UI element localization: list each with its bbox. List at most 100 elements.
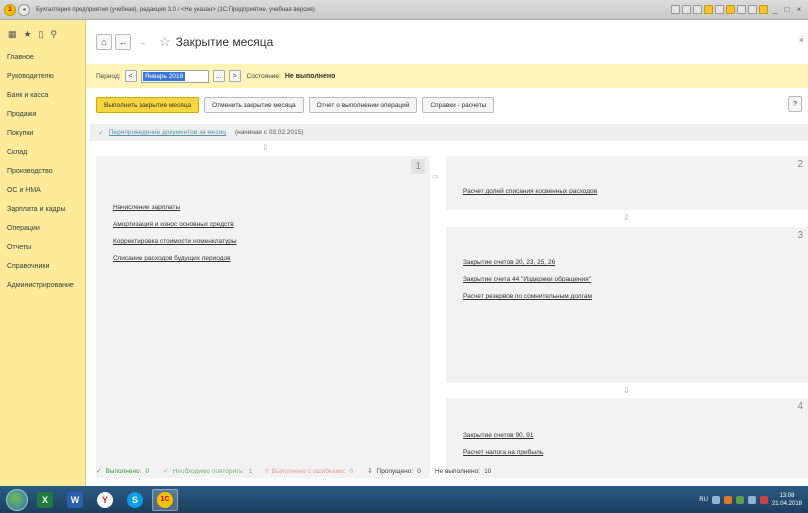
sidebar-item-production[interactable]: Производство xyxy=(0,162,85,181)
step-2-list: Расчет долей списания косвенных расходов xyxy=(463,183,597,200)
window-menu-icon[interactable]: ◂ xyxy=(18,3,30,16)
info-icon[interactable] xyxy=(759,5,768,14)
clock-date: 21.04.2018 xyxy=(771,500,802,507)
op-indirect-costs-link[interactable]: Расчет долей списания косвенных расходов xyxy=(463,183,597,200)
period-prev-button[interactable]: < xyxy=(124,70,137,82)
sidebar-item-manager[interactable]: Руководителю xyxy=(0,67,85,86)
errors-label: Выполнено с ошибками: xyxy=(271,467,346,475)
op-income-tax-link[interactable]: Расчет налога на прибыль xyxy=(463,444,543,461)
panel-step-3: 3 Закрытие счетов 20, 23, 25, 26 Закрыти… xyxy=(446,227,808,383)
state-label: Состояние: xyxy=(246,72,281,80)
op-close-accounts-90-link[interactable]: Закрытие счетов 90, 91 xyxy=(463,427,543,444)
window-titlebar: 1 ◂ Бухгалтерия предприятия (учебная), р… xyxy=(0,0,808,20)
maximize-button[interactable]: □ xyxy=(782,5,792,14)
grid-menu-icon[interactable]: ▦ xyxy=(8,29,17,48)
close-month-button[interactable]: Выполнить закрытие месяца xyxy=(96,97,200,113)
sidebar-item-directories[interactable]: Справочники xyxy=(0,257,85,276)
language-indicator[interactable]: RU xyxy=(699,497,708,503)
repost-link[interactable]: Перепроведение документов за месяц xyxy=(109,129,226,136)
step-3-list: Закрытие счетов 20, 23, 25, 26 Закрытие … xyxy=(463,254,592,305)
repeat-label: Необходимо повторить: xyxy=(172,467,245,475)
toolbar-icon[interactable] xyxy=(715,5,724,14)
skip-arrow-icon: ⇩ xyxy=(367,468,373,475)
home-button[interactable]: ⌂ xyxy=(96,34,112,50)
arrow-down-icon: ⇩ xyxy=(262,143,269,152)
tray-icon[interactable] xyxy=(735,495,744,504)
period-field[interactable]: Январь 2018 xyxy=(140,69,209,83)
repost-since: (начиная с 03.02.2015) xyxy=(234,129,304,136)
taskbar-app-excel[interactable]: X xyxy=(32,489,58,511)
history-icon[interactable]: ▯ xyxy=(39,29,44,48)
sidebar-item-reports[interactable]: Отчеты xyxy=(0,238,85,257)
check-icon: ✓ xyxy=(163,468,169,475)
sidebar-item-purchases[interactable]: Покупки xyxy=(0,124,85,143)
tray-icon[interactable] xyxy=(723,495,732,504)
op-close-account-44-link[interactable]: Закрытие счета 44 "Издержки обращения" xyxy=(463,271,592,288)
taskbar-app-skype[interactable]: S xyxy=(122,489,148,511)
done-count: 0 xyxy=(145,467,150,475)
toolbar-icon[interactable] xyxy=(682,5,691,14)
op-depreciation-link[interactable]: Амортизация и износ основных средств xyxy=(113,216,237,233)
search-icon[interactable]: ⚲ xyxy=(51,29,58,48)
sidebar-item-operations[interactable]: Операции xyxy=(0,219,85,238)
sidebar-item-administration[interactable]: Администрирование xyxy=(0,276,85,295)
op-payroll-link[interactable]: Начисление зарплаты xyxy=(113,199,237,216)
favorites-star-icon[interactable]: ★ xyxy=(24,29,32,48)
help-button[interactable]: ? xyxy=(788,96,802,112)
taskbar-app-yandex[interactable]: Y xyxy=(92,489,118,511)
calc-help-button[interactable]: Справки - расчеты xyxy=(422,97,495,113)
sidebar-item-sales[interactable]: Продажи xyxy=(0,105,85,124)
taskbar-app-1c[interactable]: 1С xyxy=(152,488,178,511)
period-next-button[interactable]: > xyxy=(228,70,241,82)
forward-button[interactable]: → xyxy=(134,34,150,50)
clock[interactable]: 13:08 21.04.2018 xyxy=(772,492,802,508)
favorite-star-icon[interactable]: ☆ xyxy=(159,34,171,50)
start-button[interactable] xyxy=(6,488,28,511)
skipped-count: 0 xyxy=(417,467,421,475)
sidebar-item-salary[interactable]: Зарплата и кадры xyxy=(0,200,85,219)
op-doubtful-debts-link[interactable]: Расчет резервов по сомнительным долгам xyxy=(463,288,592,305)
op-cost-adjustment-link[interactable]: Корректировка стоимости номенклатуры xyxy=(113,233,237,250)
minimize-button[interactable]: _ xyxy=(770,5,780,14)
toolbar-icon[interactable] xyxy=(737,5,746,14)
close-window-button[interactable]: × xyxy=(794,5,804,14)
state-value: Не выполнено xyxy=(284,72,336,80)
operations-report-button[interactable]: Отчет о выполнении операций xyxy=(308,97,418,113)
titlebar-tools: _ □ × xyxy=(671,5,808,14)
toolbar-icon[interactable] xyxy=(693,5,702,14)
toolbar-icon[interactable] xyxy=(748,5,757,14)
excel-icon: X xyxy=(37,491,53,508)
repeat-count: 1 xyxy=(248,467,252,475)
cancel-close-button[interactable]: Отменить закрытие месяца xyxy=(204,97,304,113)
1c-icon: 1С xyxy=(157,491,173,508)
period-value: Январь 2018 xyxy=(142,71,186,81)
toolbar-icon[interactable] xyxy=(704,5,713,14)
page-header: ⌂ ← → ☆ Закрытие месяца × xyxy=(86,20,808,64)
step-1-list: Начисление зарплаты Амортизация и износ … xyxy=(113,199,237,267)
toolbar-icon[interactable] xyxy=(671,5,680,14)
window-title: Бухгалтерия предприятия (учебная), редак… xyxy=(36,6,315,13)
volume-icon[interactable] xyxy=(759,495,768,504)
op-deferred-expenses-link[interactable]: Списание расходов будущих периодов xyxy=(113,250,237,267)
check-icon: ✓ xyxy=(96,468,102,475)
taskbar-app-word[interactable]: W xyxy=(62,489,88,511)
arrow-down-icon: ⇩ xyxy=(623,386,630,395)
panel-step-2: 2 Расчет долей списания косвенных расход… xyxy=(446,156,808,210)
step-number: 2 xyxy=(797,159,803,170)
back-button[interactable]: ← xyxy=(115,34,131,50)
word-icon: W xyxy=(67,491,83,508)
close-icon[interactable]: × xyxy=(799,35,804,45)
done-label: Выполнено: xyxy=(105,467,142,475)
sidebar-item-bank[interactable]: Банк и касса xyxy=(0,86,85,105)
tray-icon[interactable] xyxy=(711,495,720,504)
main-content: ⌂ ← → ☆ Закрытие месяца × Период: < Янва… xyxy=(86,20,808,486)
sidebar-item-main[interactable]: Главное xyxy=(0,48,85,67)
period-select-button[interactable]: ... xyxy=(212,70,225,82)
op-close-accounts-20-link[interactable]: Закрытие счетов 20, 23, 25, 26 xyxy=(463,254,592,271)
period-label: Период: xyxy=(96,72,121,80)
network-icon[interactable] xyxy=(747,495,756,504)
sidebar-item-warehouse[interactable]: Склад xyxy=(0,143,85,162)
arrow-left-icon: ← xyxy=(118,37,128,47)
sidebar-item-fixed-assets[interactable]: ОС и НМА xyxy=(0,181,85,200)
toolbar-icon[interactable] xyxy=(726,5,735,14)
